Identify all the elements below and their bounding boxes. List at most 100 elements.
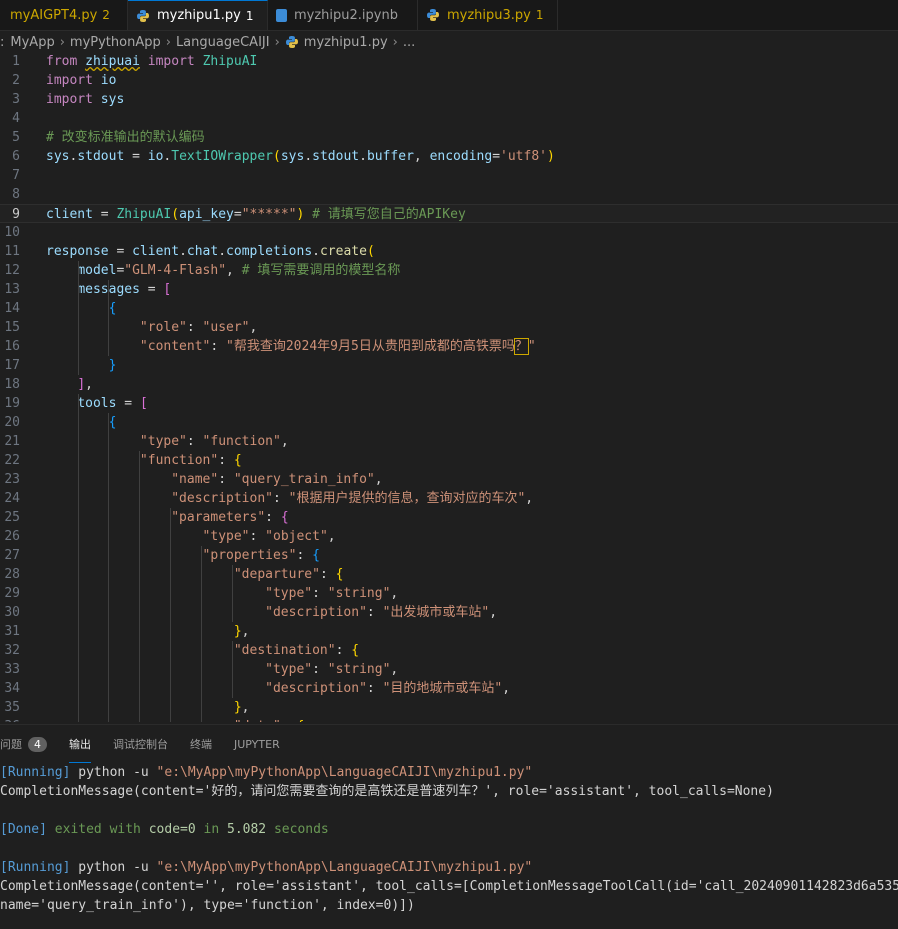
code-line[interactable]: 15 "role": "user", xyxy=(0,318,898,337)
code-line[interactable]: 27 "properties": { xyxy=(0,546,898,565)
code-line[interactable]: 5 # 改变标准输出的默认编码 xyxy=(0,128,898,147)
code-token: , xyxy=(226,263,242,278)
code-line[interactable]: 31 }, xyxy=(0,622,898,641)
breadcrumb-item[interactable]: myzhipu1.py xyxy=(304,35,388,50)
code-text: model="GLM-4-Flash", # 填写需要调用的模型名称 xyxy=(46,261,400,280)
code-token: "帮我查询2024年9月5日从贵阳到成都的高铁票吗 xyxy=(226,339,515,354)
editor-tab[interactable]: myzhipu2.ipynb xyxy=(268,0,418,30)
code-line[interactable]: 16 "content": "帮我查询2024年9月5日从贵阳到成都的高铁票吗？… xyxy=(0,337,898,356)
code-line[interactable]: 21 "type": "function", xyxy=(0,432,898,451)
code-line[interactable]: 34 "description": "目的地城市或车站", xyxy=(0,679,898,698)
code-line[interactable]: 20 { xyxy=(0,413,898,432)
code-line[interactable]: 24 "description": "根据用户提供的信息，查询对应的车次", xyxy=(0,489,898,508)
code-line[interactable]: 18 ], xyxy=(0,375,898,394)
problem-count-badge: 2 xyxy=(102,8,110,22)
code-line[interactable]: 35 }, xyxy=(0,698,898,717)
code-line[interactable]: 17 } xyxy=(0,356,898,375)
code-text: sys.stdout = io.TextIOWrapper(sys.stdout… xyxy=(46,147,555,166)
code-line[interactable]: 13 messages = [ xyxy=(0,280,898,299)
code-token: buffer xyxy=(366,149,414,164)
tab-label: myzhipu2.ipynb xyxy=(294,7,398,23)
code-line[interactable]: 3 import sys xyxy=(0,90,898,109)
code-line[interactable]: 14 { xyxy=(0,299,898,318)
line-number: 36 xyxy=(0,717,20,722)
panel-tab[interactable]: 问题 4 xyxy=(0,725,47,763)
editor-tab[interactable]: myzhipu3.py 1 xyxy=(418,0,558,30)
output-token: in xyxy=(195,822,227,837)
breadcrumb-item[interactable]: myPythonApp xyxy=(70,35,161,50)
code-line[interactable]: 4 xyxy=(0,109,898,128)
code-text: "name": "query_train_info", xyxy=(46,470,382,489)
code-line[interactable]: 32 "destination": { xyxy=(0,641,898,660)
line-number: 20 xyxy=(4,415,20,430)
line-number: 24 xyxy=(4,491,20,506)
breadcrumb-item[interactable]: MyApp xyxy=(10,35,54,50)
code-line[interactable]: 8 xyxy=(0,185,898,204)
code-line[interactable]: 1 from zhipuai import ZhipuAI xyxy=(0,52,898,71)
breadcrumb-item[interactable]: ... xyxy=(403,35,415,50)
code-line[interactable]: 29 "type": "string", xyxy=(0,584,898,603)
code-text: "type": "object", xyxy=(46,527,336,546)
code-token: : xyxy=(265,510,281,525)
code-line[interactable]: 23 "name": "query_train_info", xyxy=(0,470,898,489)
code-line[interactable]: 19 tools = [ xyxy=(0,394,898,413)
breadcrumb-item[interactable]: LanguageCAIJI xyxy=(176,35,270,50)
code-editor[interactable]: 1 from zhipuai import ZhipuAI 2 import io 3 i… xyxy=(0,52,898,722)
code-line[interactable]: 2 import io xyxy=(0,71,898,90)
code-text: import io xyxy=(46,71,116,90)
code-line[interactable]: 22 "function": { xyxy=(0,451,898,470)
code-token: "destination" xyxy=(233,643,336,658)
code-line[interactable]: 9 client = ZhipuAI(api_key="*****") # 请填写… xyxy=(0,204,898,223)
code-line[interactable]: 26 "type": "object", xyxy=(0,527,898,546)
code-token: { xyxy=(296,719,304,722)
output-token: 5.082 xyxy=(227,822,267,837)
indent-guide xyxy=(108,413,109,722)
code-line[interactable]: 12 model="GLM-4-Flash", # 填写需要调用的模型名称 xyxy=(0,261,898,280)
code-line[interactable]: 28 "departure": { xyxy=(0,565,898,584)
notebook-file-icon xyxy=(276,8,287,22)
editor-tab[interactable]: myAIGPT4.py 2 xyxy=(0,0,128,30)
code-token: tools xyxy=(77,396,117,411)
output-token: [Running] xyxy=(0,860,71,875)
code-line[interactable]: 7 xyxy=(0,166,898,185)
code-token: "*****" xyxy=(241,207,297,222)
panel-tab[interactable]: 终端 xyxy=(190,725,212,763)
code-token: : xyxy=(312,662,328,677)
code-token: : xyxy=(210,339,227,354)
panel-tab[interactable]: 调试控制台 xyxy=(113,725,168,763)
code-token: { xyxy=(108,301,117,316)
output-line: [Running] python -u "e:\MyApp\myPythonAp… xyxy=(0,763,532,782)
code-line[interactable]: 11 response = client.chat.completions.cre… xyxy=(0,242,898,261)
code-text: response = client.chat.completions.creat… xyxy=(46,242,375,261)
panel-tab-label: 问题 xyxy=(0,738,22,751)
panel-tab[interactable]: 输出 xyxy=(69,725,91,763)
code-line[interactable]: 36 "date": { xyxy=(0,717,898,722)
output-token: seconds xyxy=(266,822,329,837)
code-token: "description" xyxy=(171,491,273,506)
output-token: CompletionMessage(content='好的，请问您需要查询的是高… xyxy=(0,784,774,799)
line-number: 32 xyxy=(4,643,20,658)
line-number: 4 xyxy=(12,111,20,126)
code-token: sys xyxy=(46,149,70,164)
editor-tab[interactable]: myzhipu1.py 1 xyxy=(128,0,268,30)
code-line[interactable]: 25 "parameters": { xyxy=(0,508,898,527)
code-line[interactable]: 33 "type": "string", xyxy=(0,660,898,679)
breadcrumb-item[interactable]: : xyxy=(0,35,4,50)
code-line[interactable]: 6 sys.stdout = io.TextIOWrapper(sys.stdou… xyxy=(0,147,898,166)
code-text: "content": "帮我查询2024年9月5日从贵阳到成都的高铁票吗？" xyxy=(46,337,536,356)
code-line[interactable]: 30 "description": "出发城市或车站", xyxy=(0,603,898,622)
python-file-icon xyxy=(426,8,440,22)
indent-guide xyxy=(78,261,79,375)
code-token: = xyxy=(233,207,242,222)
code-token: ( xyxy=(366,244,375,259)
code-token: "description" xyxy=(265,605,367,620)
problem-count-badge: 1 xyxy=(245,8,254,23)
code-token: : xyxy=(186,434,203,449)
code-line[interactable]: 10 xyxy=(0,223,898,242)
code-token: chat xyxy=(186,244,219,259)
code-text: }, xyxy=(46,698,250,717)
output-line: [Running] python -u "e:\MyApp\myPythonAp… xyxy=(0,858,532,877)
panel-tab[interactable]: JUPYTER xyxy=(234,725,280,763)
